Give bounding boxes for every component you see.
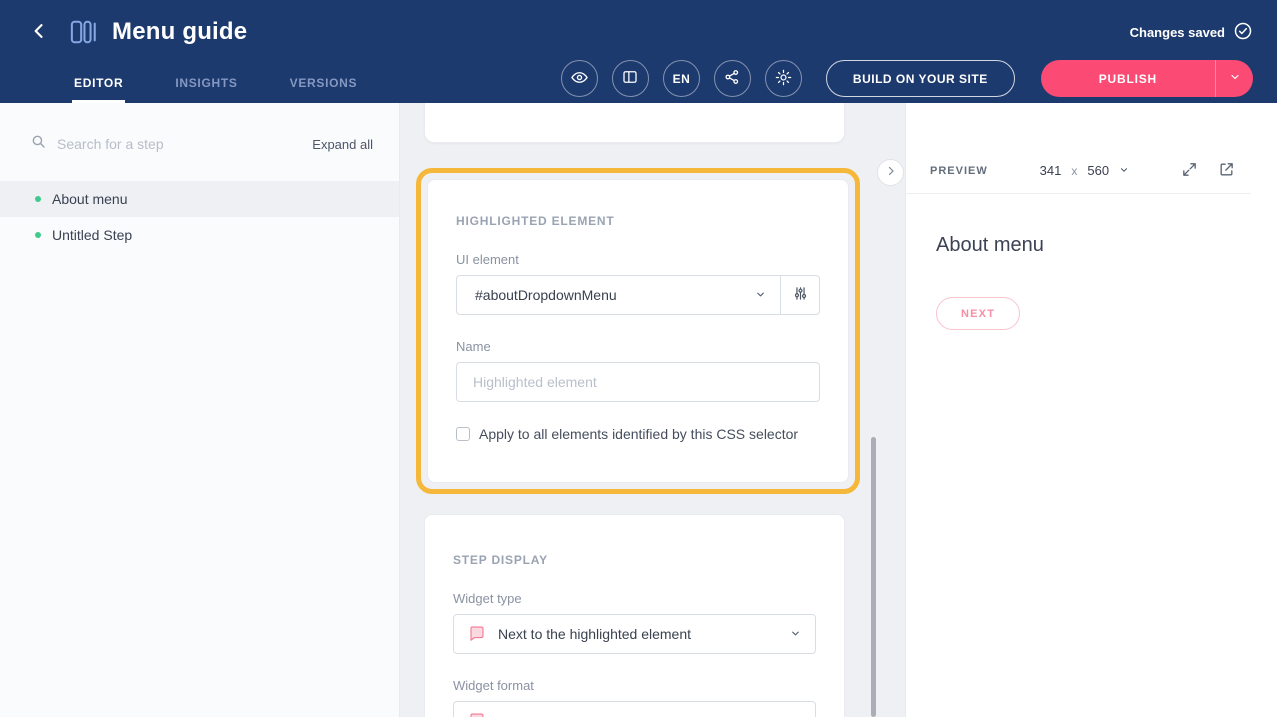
apply-all-row: Apply to all elements identified by this… — [456, 426, 820, 442]
step-item-label: About menu — [52, 191, 128, 207]
language-badge: EN — [673, 72, 691, 86]
apply-all-label: Apply to all elements identified by this… — [479, 426, 798, 442]
step-status-dot — [35, 196, 41, 202]
app-logo-icon — [70, 19, 98, 45]
page-title: Menu guide — [112, 18, 247, 46]
step-item-untitled-step[interactable]: Untitled Step — [0, 217, 399, 253]
back-button[interactable] — [24, 17, 54, 47]
dimension-separator: x — [1071, 164, 1077, 178]
next-button[interactable]: NEXT — [936, 297, 1020, 330]
widget-type-select[interactable]: Next to the highlighted element — [453, 614, 816, 654]
tab-insights[interactable]: INSIGHTS — [173, 56, 239, 103]
preview-width-value: 341 — [1040, 163, 1062, 178]
previous-settings-card-partial — [424, 103, 845, 143]
preview-toolbar — [1181, 161, 1235, 181]
preview-height-value: 560 — [1087, 163, 1109, 178]
step-item-about-menu[interactable]: About menu — [0, 181, 399, 217]
steps-sidebar: Expand all About menu Untitled Step — [0, 103, 400, 717]
preview-size-select[interactable]: 341 x 560 — [988, 163, 1181, 178]
ui-element-label: UI element — [456, 252, 820, 267]
search-icon — [30, 133, 47, 155]
ui-element-row: #aboutDropdownMenu — [456, 275, 820, 315]
gear-icon — [774, 68, 793, 90]
collapse-preview-button[interactable] — [877, 159, 904, 186]
expand-all-button[interactable]: Expand all — [312, 137, 373, 152]
check-circle-icon — [1233, 21, 1253, 44]
widget-type-label: Widget type — [453, 591, 816, 606]
open-in-new-tab-button[interactable] — [1218, 161, 1235, 181]
step-display-card: STEP DISPLAY Widget type Next to the hig… — [424, 514, 845, 717]
expand-preview-button[interactable] — [1181, 161, 1198, 181]
ui-element-value: #aboutDropdownMenu — [475, 287, 617, 303]
layout-button[interactable] — [612, 60, 649, 97]
top-bar: Menu guide Changes saved EDITOR INSIGHTS… — [0, 0, 1277, 103]
step-item-label: Untitled Step — [52, 227, 132, 243]
preview-eye-button[interactable] — [561, 60, 598, 97]
changes-saved-status: Changes saved — [1130, 21, 1253, 44]
tooltip-widget-icon — [468, 624, 486, 645]
section-title: STEP DISPLAY — [453, 553, 816, 567]
chevron-down-icon — [1229, 71, 1241, 86]
editor-tabs: EDITOR INSIGHTS VERSIONS — [72, 56, 359, 103]
tab-editor[interactable]: EDITOR — [72, 56, 125, 103]
preview-panel: PREVIEW 341 x 560 — [905, 103, 1277, 717]
step-list: About menu Untitled Step — [0, 181, 399, 253]
widget-format-select[interactable] — [453, 701, 816, 717]
language-button[interactable]: EN — [663, 60, 700, 97]
external-link-icon — [1218, 161, 1235, 181]
tab-versions[interactable]: VERSIONS — [288, 56, 360, 103]
preview-header: PREVIEW 341 x 560 — [906, 148, 1251, 194]
tooltip-widget-icon — [468, 711, 486, 717]
panel-layout-icon — [621, 68, 639, 89]
widget-format-label: Widget format — [453, 678, 816, 693]
publish-options-button[interactable] — [1215, 60, 1253, 97]
scrollbar-thumb[interactable] — [871, 437, 876, 717]
widget-type-value: Next to the highlighted element — [498, 626, 778, 642]
highlighted-element-card: HIGHLIGHTED ELEMENT UI element #aboutDro… — [427, 179, 849, 483]
chevron-down-icon — [790, 713, 801, 717]
page-body: Expand all About menu Untitled Step HIGH… — [0, 103, 1277, 717]
chevron-left-icon — [29, 21, 49, 44]
preview-content: About menu NEXT — [906, 194, 1277, 370]
chevron-down-icon — [790, 626, 801, 642]
section-title: HIGHLIGHTED ELEMENT — [456, 214, 820, 228]
apply-all-checkbox[interactable] — [456, 427, 470, 441]
step-search-row: Expand all — [0, 103, 399, 169]
selection-highlight-border: HIGHLIGHTED ELEMENT UI element #aboutDro… — [416, 168, 860, 494]
expand-icon — [1181, 161, 1198, 181]
preview-panel-label: PREVIEW — [930, 165, 988, 177]
build-on-your-site-button[interactable]: BUILD ON YOUR SITE — [826, 60, 1015, 97]
header-actions: EN BUILD ON YOUR SITE PUBLISH — [561, 60, 1253, 103]
chevron-down-icon — [755, 287, 766, 303]
step-search-input[interactable] — [57, 136, 302, 152]
name-label: Name — [456, 339, 820, 354]
share-icon — [723, 68, 741, 89]
settings-button[interactable] — [765, 60, 802, 97]
publish-button[interactable]: PUBLISH — [1041, 60, 1215, 97]
step-status-dot — [35, 232, 41, 238]
chevron-down-icon — [1119, 163, 1129, 178]
publish-split-button: PUBLISH — [1041, 60, 1253, 97]
share-button[interactable] — [714, 60, 751, 97]
chevron-right-icon — [885, 165, 897, 180]
eye-icon — [570, 68, 589, 90]
editor-settings-column: HIGHLIGHTED ELEMENT UI element #aboutDro… — [400, 103, 905, 717]
changes-saved-label: Changes saved — [1130, 25, 1225, 40]
tune-sliders-icon — [792, 285, 809, 305]
ui-element-select[interactable]: #aboutDropdownMenu — [456, 275, 781, 315]
element-picker-button[interactable] — [780, 275, 820, 315]
preview-step-title: About menu — [936, 234, 1247, 257]
highlighted-element-name-input[interactable] — [456, 362, 820, 402]
